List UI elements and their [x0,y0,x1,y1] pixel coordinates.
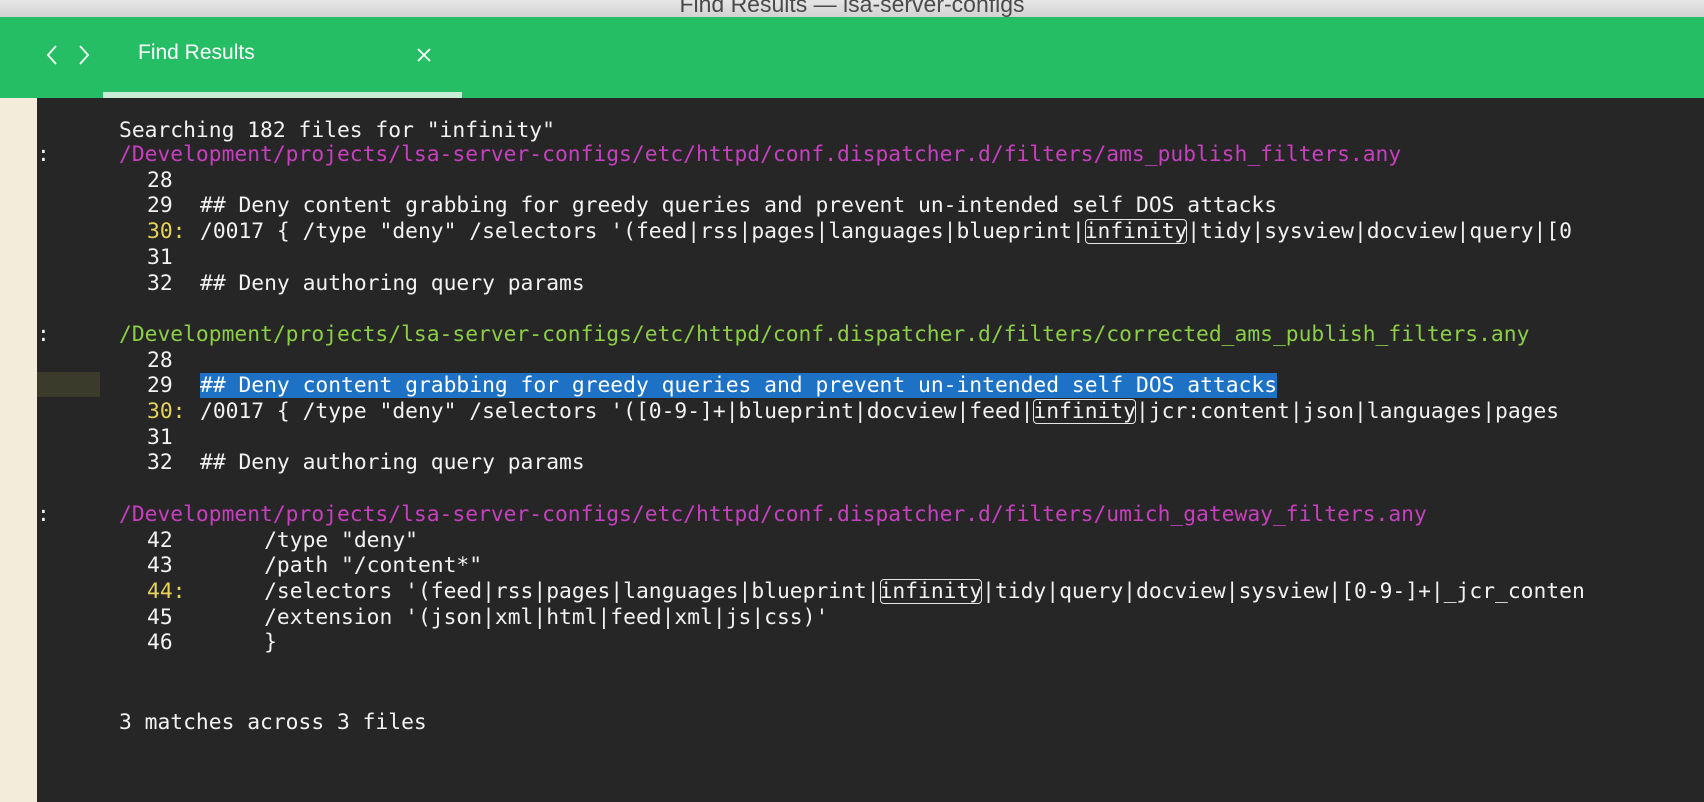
result-file-path[interactable]: /Development/projects/lsa-server-configs… [119,141,1401,169]
line-code: ## Deny authoring query params [200,449,585,477]
selected-text: ## Deny content grabbing for greedy quer… [200,373,1278,399]
code-text: /extension '(json|xml|html|feed|xml|js|c… [200,604,829,630]
code-text: ## Deny authoring query params [200,450,585,476]
context-line[interactable]: 45 /extension '(json|xml|html|feed|xml|j… [37,604,1704,632]
context-line[interactable]: 31 [37,424,1704,452]
line-number: 30: [147,219,186,245]
line-code: /selectors '(feed|rss|pages|languages|bl… [200,578,1585,606]
window-titlebar: Find Results — lsa-server-configs [0,0,1704,17]
line-number: 46 [147,630,173,656]
code-text: /path "/content*" [200,553,483,579]
current-line-highlight [37,372,100,398]
line-code: /extension '(json|xml|html|feed|xml|js|c… [200,604,828,632]
line-number: 45 [147,604,173,630]
chevron-left-icon [46,45,57,65]
line-code: /path "/content*" [200,552,482,580]
code-before-match: /0017 { /type "deny" /selectors '(feed|r… [200,219,1085,245]
context-line[interactable]: 32 ## Deny authoring query params [37,270,1704,298]
result-file-path[interactable]: /Development/projects/lsa-server-configs… [119,501,1427,529]
line-number: 30: [147,399,186,424]
match-line[interactable]: 30: /0017 { /type "deny" /selectors '([0-… [37,398,1704,426]
line-number: 44: [147,578,186,604]
path-colon: : [37,321,50,347]
context-line[interactable]: 28 [37,347,1704,375]
code-after-match: |tidy|query|docview|sysview|[0-9-]+|_jcr… [982,578,1585,604]
line-code: ## Deny authoring query params [200,270,585,298]
line-code: ## Deny content grabbing for greedy quer… [200,372,1278,400]
result-file-path-line[interactable]: /Development/projects/lsa-server-configs… [37,321,1529,349]
line-code: /type "deny" [200,527,418,555]
match-line[interactable]: 44: /selectors '(feed|rss|pages|language… [37,578,1704,606]
close-icon [417,48,431,62]
context-line[interactable]: 29 ## Deny content grabbing for greedy qu… [37,192,1704,220]
line-number: 29 [147,193,173,219]
tab-close-button[interactable] [413,44,435,66]
search-match[interactable]: infinity [1084,219,1188,245]
line-code: /0017 { /type "deny" /selectors '(feed|r… [200,218,1572,246]
search-summary-line: Searching 182 files for "infinity" [37,98,555,143]
result-file-path-line[interactable]: /Development/projects/lsa-server-configs… [37,141,1401,169]
result-file-path-line[interactable]: /Development/projects/lsa-server-configs… [37,501,1427,529]
context-line[interactable]: 29 ## Deny content grabbing for greedy qu… [37,372,1704,400]
context-line[interactable]: 31 [37,244,1704,272]
result-file-path[interactable]: /Development/projects/lsa-server-configs… [119,321,1529,349]
path-colon: : [37,501,50,527]
search-match[interactable]: infinity [879,578,983,604]
line-number: 32 [147,450,173,476]
window-title: Find Results — lsa-server-configs [679,0,1025,17]
chevron-right-icon [79,45,90,65]
code-before-match: /0017 { /type "deny" /selectors '([0-9-]… [200,399,1034,424]
forward-button[interactable] [72,40,100,70]
line-number: 43 [147,553,173,579]
match-line[interactable]: 30: /0017 { /type "deny" /selectors '(fee… [37,218,1704,246]
line-code: ## Deny content grabbing for greedy quer… [200,192,1277,220]
line-number: 31 [147,424,173,450]
sidebar-gutter [0,98,37,802]
code-before-match: /selectors '(feed|rss|pages|languages|bl… [200,578,880,604]
context-line[interactable]: 32 ## Deny authoring query params [37,449,1704,477]
search-footer: 3 matches across 3 files [119,710,427,735]
line-number: 32 [147,270,173,296]
line-number: 28 [147,347,173,373]
tab-label: Find Results [138,41,255,64]
code-after-match: |jcr:content|json|languages|pages [1136,399,1560,424]
context-line[interactable]: 46 } [37,629,1704,657]
back-button[interactable] [40,40,68,70]
search-match[interactable]: infinity [1033,399,1136,424]
context-line[interactable]: 42 /type "deny" [37,527,1704,555]
code-text: /type "deny" [200,527,418,553]
line-number: 42 [147,527,173,553]
line-number: 28 [147,167,173,193]
context-line[interactable]: 43 /path "/content*" [37,552,1704,580]
line-code: /0017 { /type "deny" /selectors '([0-9-]… [200,398,1559,426]
line-number: 29 [147,373,173,399]
context-line[interactable]: 28 [37,167,1704,195]
line-code: } [200,629,277,657]
code-text: ## Deny content grabbing for greedy quer… [200,193,1278,219]
tab-find-results[interactable]: Find Results [103,17,462,98]
path-colon: : [37,142,50,167]
code-text: ## Deny authoring query params [200,270,585,296]
find-results-view[interactable]: Searching 182 files for "infinity" /Deve… [37,98,1704,802]
code-text: } [200,630,277,656]
tab-bar: Find Results [0,17,1704,98]
line-number: 31 [147,244,173,270]
search-footer-line: 3 matches across 3 files [37,681,427,735]
code-after-match: |tidy|sysview|docview|query|[0 [1187,219,1572,245]
